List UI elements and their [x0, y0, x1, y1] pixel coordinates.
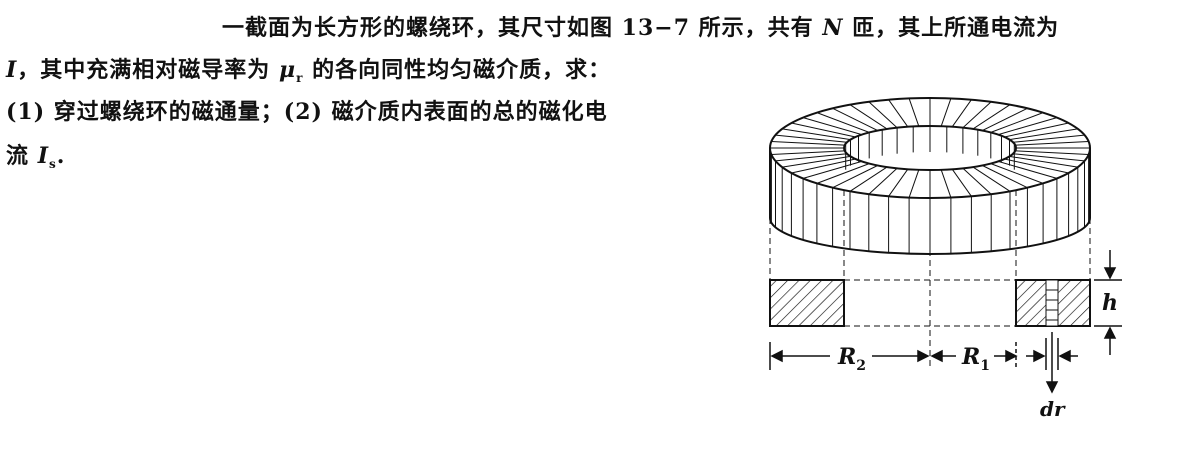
dr-arrowhead-right: [1058, 349, 1071, 363]
dr-arrowhead-left: [1033, 349, 1046, 363]
problem-line-2: I，其中充满相对磁导率为 μr 的各向同性均匀磁介质，求：: [6, 52, 611, 85]
r1-arrowhead-left: [930, 349, 943, 363]
problem-line-1: 一截面为长方形的螺绕环，其尺寸如图 13−7 所示，共有 N 匝，其上所通电流为: [222, 10, 1059, 42]
cross-section-left: [769, 279, 845, 327]
line-1-end: 匝，其上所通电流为: [852, 15, 1060, 41]
label-r2: R2: [837, 344, 866, 374]
label-dr: dr: [1040, 397, 1066, 421]
dimension-dr: [1026, 332, 1078, 394]
toroid-diagram: h R2 R1 dr: [769, 97, 1122, 421]
var-i: I: [6, 57, 18, 83]
dr-strip: [1045, 279, 1059, 327]
var-is: I: [37, 143, 49, 169]
label-h: h: [1102, 290, 1118, 316]
mu-subscript: r: [296, 71, 304, 85]
line-4-end: .: [56, 143, 66, 169]
line-1-text: 一截面为长方形的螺绕环，其尺寸如图 13−7 所示，共有: [222, 15, 814, 41]
var-mu: μ: [278, 57, 297, 83]
h-arrow-top-head: [1103, 267, 1117, 280]
r2-arrowhead-right: [917, 349, 930, 363]
toroid-figure: h R2 R1 dr: [760, 70, 1160, 430]
problem-line-4: 流 Is.: [6, 138, 65, 171]
line-2-text: ，其中充满相对磁导率为: [17, 57, 271, 83]
h-arrow-bottom-head: [1103, 326, 1117, 339]
label-r1: R1: [961, 344, 990, 374]
r1-arrowhead-right: [1005, 349, 1018, 363]
var-n: N: [822, 15, 844, 41]
is-subscript: s: [48, 157, 57, 171]
r2-arrowhead-left: [770, 349, 783, 363]
line-3-text: (1) 穿过螺绕环的磁通量；(2) 磁介质内表面的总的磁化电: [6, 99, 608, 125]
problem-line-3: (1) 穿过螺绕环的磁通量；(2) 磁介质内表面的总的磁化电: [6, 94, 608, 126]
dr-pointer-head: [1045, 381, 1059, 394]
line-4-text: 流: [6, 143, 30, 169]
line-2-end: 的各向同性均匀磁介质，求：: [312, 57, 612, 83]
